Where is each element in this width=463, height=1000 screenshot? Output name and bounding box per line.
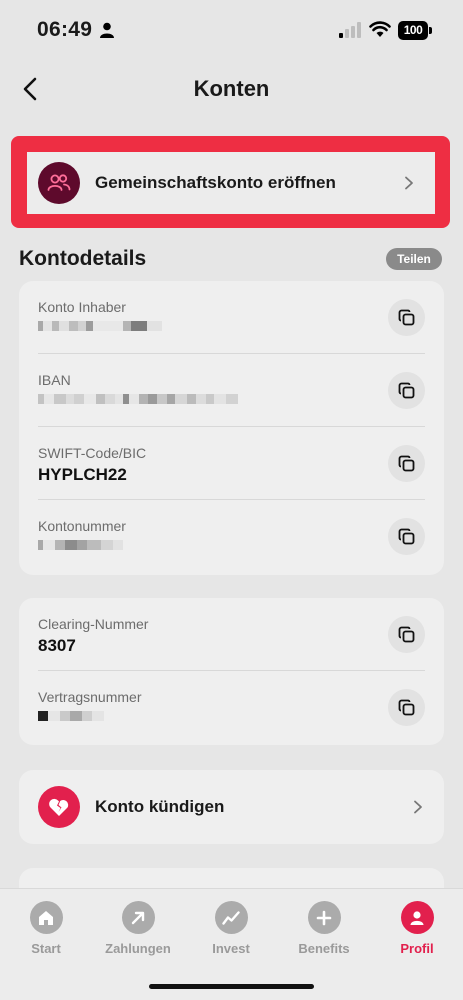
copy-icon <box>398 528 414 544</box>
tab-zahlungen[interactable]: Zahlungen <box>98 901 178 956</box>
tab-invest[interactable]: Invest <box>191 901 271 956</box>
redacted-value <box>38 394 238 404</box>
detail-row-iban: IBAN <box>19 354 444 427</box>
tab-profil[interactable]: Profil <box>377 901 457 956</box>
page-title: Konten <box>193 76 270 101</box>
close-account-label: Konto kündigen <box>95 797 225 816</box>
status-time: 06:49 <box>37 18 93 41</box>
copy-button[interactable] <box>388 518 425 555</box>
section-title: Kontodetails <box>19 247 147 270</box>
detail-label: SWIFT-Code/BIC <box>38 445 147 461</box>
copy-button[interactable] <box>388 445 425 482</box>
copy-icon <box>398 455 414 471</box>
copy-icon <box>398 699 414 715</box>
share-button[interactable]: Teilen <box>386 248 442 270</box>
detail-row-clearing: Clearing-Nummer 8307 <box>19 598 444 671</box>
detail-label: Vertragsnummer <box>38 689 142 705</box>
detail-label: Kontonummer <box>38 518 126 534</box>
home-icon <box>29 901 63 934</box>
copy-button[interactable] <box>388 372 425 409</box>
chevron-right-icon <box>405 176 413 190</box>
detail-value: HYPLCH22 <box>38 465 127 484</box>
redacted-value <box>38 540 123 550</box>
tab-label: Zahlungen <box>105 941 171 956</box>
detail-label: Konto Inhaber <box>38 299 126 315</box>
user-icon <box>400 901 434 934</box>
status-bar: 06:49 100 <box>0 0 463 60</box>
detail-row-account-holder: Konto Inhaber <box>19 281 444 354</box>
copy-button[interactable] <box>388 616 425 653</box>
open-joint-account-button[interactable]: Gemeinschaftskonto eröffnen <box>27 152 435 214</box>
copy-icon <box>398 382 414 398</box>
chevron-right-icon <box>414 800 422 814</box>
broken-heart-icon <box>38 786 80 828</box>
tab-label: Start <box>31 941 61 956</box>
plus-icon <box>307 901 341 934</box>
tab-label: Profil <box>400 941 434 956</box>
redacted-value <box>38 321 162 331</box>
trend-line-icon <box>214 901 248 934</box>
detail-row-account-number: Kontonummer <box>19 500 444 573</box>
tab-label: Benefits <box>298 941 350 956</box>
tab-label: Invest <box>212 941 250 956</box>
signal-icon <box>339 22 361 38</box>
copy-button[interactable] <box>388 689 425 726</box>
copy-icon <box>398 626 414 642</box>
wifi-icon <box>369 21 391 37</box>
detail-label: IBAN <box>38 372 71 388</box>
people-icon <box>38 162 80 204</box>
tab-start[interactable]: Start <box>6 901 86 956</box>
detail-row-swift: SWIFT-Code/BIC HYPLCH22 <box>19 427 444 500</box>
account-details-card: Konto Inhaber IBAN SWIFT-Code/BIC HYPLCH… <box>19 281 444 575</box>
contract-details-card: Clearing-Nummer 8307 Vertragsnummer <box>19 598 444 745</box>
joint-account-label: Gemeinschaftskonto eröffnen <box>95 173 336 192</box>
detail-value: 8307 <box>38 636 76 655</box>
person-icon <box>100 22 114 38</box>
battery-level: 100 <box>398 21 428 40</box>
detail-label: Clearing-Nummer <box>38 616 149 632</box>
tab-benefits[interactable]: Benefits <box>284 901 364 956</box>
detail-row-contract-number: Vertragsnummer <box>19 671 444 744</box>
copy-icon <box>398 309 414 325</box>
battery-icon: 100 <box>398 21 432 40</box>
redacted-value <box>38 711 104 721</box>
home-indicator <box>149 984 314 989</box>
arrow-up-right-icon <box>121 901 155 934</box>
copy-button[interactable] <box>388 299 425 336</box>
close-account-button[interactable]: Konto kündigen <box>19 770 444 844</box>
